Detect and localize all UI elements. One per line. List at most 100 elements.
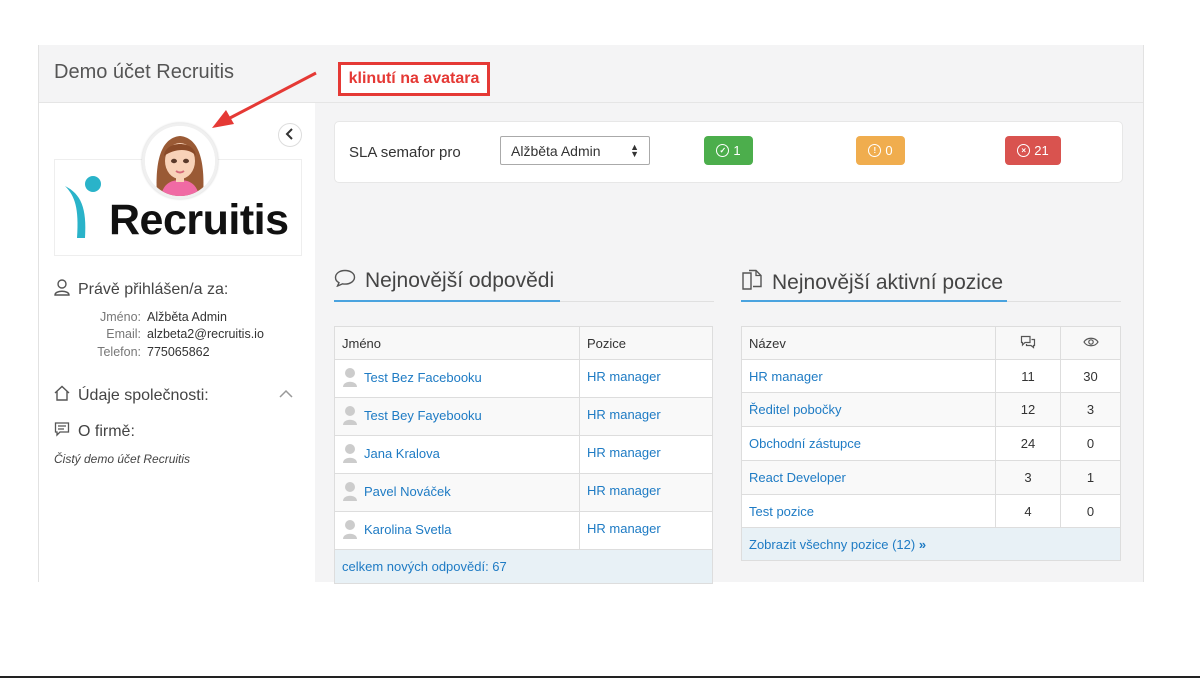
field-email-label: Email: xyxy=(106,327,141,341)
sla-card: SLA semafor pro Alžběta Admin ▲ ▼ ✓ 1 ! 0… xyxy=(334,121,1123,183)
user-avatar[interactable] xyxy=(142,123,218,199)
response-count: 4 xyxy=(995,494,1061,528)
person-placeholder-icon xyxy=(342,405,358,428)
view-count: 0 xyxy=(1060,494,1121,528)
field-phone-value: 775065862 xyxy=(147,345,210,359)
field-phone-row: Telefon: 775065862 xyxy=(79,345,209,361)
position-link[interactable]: Ředitel pobočky xyxy=(749,402,842,417)
app-frame: Demo účet Recruitis klinutí na avatara R… xyxy=(38,45,1144,584)
logo-mark-icon xyxy=(65,176,101,238)
person-placeholder-icon xyxy=(342,519,358,542)
check-circle-icon: ✓ xyxy=(716,144,730,157)
column-header-name: Jméno xyxy=(334,326,580,360)
company-details-heading[interactable]: Údaje společnosti: xyxy=(54,385,209,406)
app-title: Demo účet Recruitis xyxy=(54,61,235,83)
select-arrows-icon: ▲ ▼ xyxy=(630,142,639,159)
logo-text: Recruitis xyxy=(109,196,289,244)
avatar-image xyxy=(145,126,215,196)
chevron-up-icon[interactable] xyxy=(279,386,293,404)
positions-heading: Nejnovější aktivní pozice xyxy=(741,269,1003,297)
sla-overdue-badge[interactable]: × 21 xyxy=(1005,136,1061,165)
sla-warning-count: 0 xyxy=(885,143,893,158)
position-link[interactable]: HR manager xyxy=(587,407,661,422)
table-header-row: Jméno Pozice xyxy=(334,326,713,360)
table-row: HR manager 11 30 xyxy=(741,359,1121,393)
table-row: Jana Kralova HR manager xyxy=(334,435,713,474)
table-row: Test pozice 4 0 xyxy=(741,494,1121,528)
sla-warning-badge[interactable]: ! 0 xyxy=(856,136,905,165)
collapse-sidebar-button[interactable] xyxy=(278,123,302,147)
positions-table: Název HR manager 11 30 Ředitel pobočky 1… xyxy=(741,326,1121,561)
responses-heading: Nejnovější odpovědi xyxy=(334,269,554,293)
x-circle-icon: × xyxy=(1017,144,1031,157)
position-link[interactable]: HR manager xyxy=(749,369,823,384)
table-footer-row: Zobrazit všechny pozice (12) » xyxy=(741,527,1121,561)
table-header-row: Název xyxy=(741,326,1121,360)
exclamation-circle-icon: ! xyxy=(868,144,882,157)
company-details-label: Údaje společnosti: xyxy=(78,386,209,404)
position-link[interactable]: HR manager xyxy=(587,483,661,498)
person-placeholder-icon xyxy=(342,443,358,466)
field-email-row: Email: alzbeta2@recruitis.io xyxy=(79,327,264,343)
candidate-link[interactable]: Test Bey Fayebooku xyxy=(364,408,482,423)
responses-heading-underline xyxy=(334,300,560,302)
user-icon xyxy=(54,279,70,301)
comments-icon xyxy=(1020,335,1036,352)
logged-in-heading: Právě přihlášen/a za: xyxy=(54,279,228,301)
position-link[interactable]: HR manager xyxy=(587,369,661,384)
comment-icon xyxy=(334,269,356,293)
response-count: 12 xyxy=(995,392,1061,427)
field-name-row: Jméno: Alžběta Admin xyxy=(79,310,227,326)
about-company-heading: O firmě: xyxy=(54,421,135,442)
candidate-link[interactable]: Jana Kralova xyxy=(364,446,440,461)
main-content: SLA semafor pro Alžběta Admin ▲ ▼ ✓ 1 ! 0… xyxy=(316,103,1143,584)
sla-user-select[interactable]: Alžběta Admin ▲ ▼ xyxy=(500,136,650,165)
table-footer-row: celkem nových odpovědí: 67 xyxy=(334,549,713,584)
table-row: React Developer 3 1 xyxy=(741,460,1121,495)
total-responses-link[interactable]: celkem nových odpovědí: 67 xyxy=(334,549,713,584)
sla-ok-badge[interactable]: ✓ 1 xyxy=(704,136,753,165)
candidate-link[interactable]: Karolina Svetla xyxy=(364,522,451,537)
company-description: Čistý demo účet Recruitis xyxy=(54,452,191,466)
position-link[interactable]: React Developer xyxy=(749,470,846,485)
position-link[interactable]: HR manager xyxy=(587,521,661,536)
eye-icon xyxy=(1082,336,1099,351)
field-email-value: alzbeta2@recruitis.io xyxy=(147,327,264,341)
document-icon xyxy=(741,269,763,297)
table-row: Karolina Svetla HR manager xyxy=(334,511,713,550)
column-header-views xyxy=(1060,326,1121,360)
chevron-left-icon xyxy=(285,127,295,143)
candidate-link[interactable]: Pavel Nováček xyxy=(364,484,451,499)
field-name-value: Alžběta Admin xyxy=(147,310,227,324)
home-icon xyxy=(54,385,70,406)
positions-heading-underline xyxy=(741,300,1007,302)
comment-icon xyxy=(54,421,70,442)
table-row: Pavel Nováček HR manager xyxy=(334,473,713,512)
show-all-positions-link[interactable]: Zobrazit všechny pozice (12) » xyxy=(741,527,1121,561)
view-count: 1 xyxy=(1060,460,1121,495)
sla-user-select-value: Alžběta Admin xyxy=(511,142,601,159)
field-name-label: Jméno: xyxy=(100,310,141,324)
responses-table: Jméno Pozice Test Bez Facebooku HR manag… xyxy=(334,326,713,584)
candidate-link[interactable]: Test Bez Facebooku xyxy=(364,370,482,385)
view-count: 30 xyxy=(1060,359,1121,393)
position-link[interactable]: Obchodní zástupce xyxy=(749,436,861,451)
column-header-responses xyxy=(995,326,1061,360)
table-row: Test Bey Fayebooku HR manager xyxy=(334,397,713,436)
sidebar: Recruitis Právě přihlášen/a za: Jméno: A… xyxy=(39,103,315,582)
position-link[interactable]: Test pozice xyxy=(749,504,814,519)
annotation-callout: klinutí na avatara xyxy=(338,62,490,96)
table-row: Obchodní zástupce 24 0 xyxy=(741,426,1121,461)
top-header: Demo účet Recruitis klinutí na avatara xyxy=(39,45,1143,103)
table-row: Test Bez Facebooku HR manager xyxy=(334,359,713,398)
double-chevron-right-icon: » xyxy=(918,536,927,552)
about-company-label: O firmě: xyxy=(78,422,135,440)
view-count: 3 xyxy=(1060,392,1121,427)
position-link[interactable]: HR manager xyxy=(587,445,661,460)
positions-title: Nejnovější aktivní pozice xyxy=(772,271,1004,294)
field-phone-label: Telefon: xyxy=(97,345,141,359)
table-row: Ředitel pobočky 12 3 xyxy=(741,392,1121,427)
person-placeholder-icon xyxy=(342,481,358,504)
column-header-title: Název xyxy=(741,326,996,360)
person-placeholder-icon xyxy=(342,367,358,390)
